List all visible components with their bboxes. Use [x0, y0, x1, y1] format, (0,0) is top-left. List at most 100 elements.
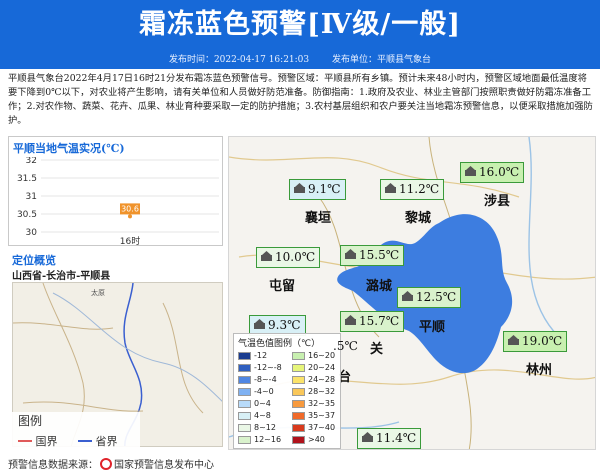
national-border-line-icon: [18, 440, 32, 442]
station-temp-label: 11.2℃: [380, 179, 445, 200]
color-legend-item: 28~32: [292, 387, 335, 398]
province-border-line-icon: [78, 440, 92, 442]
color-legend-label: 35~37: [308, 411, 336, 420]
color-legend-item: 32~35: [292, 399, 335, 410]
color-legend-item: -12~-8: [238, 363, 282, 374]
color-legend-label: 28~32: [308, 387, 336, 396]
station-temp-label: 9.1℃: [289, 179, 346, 200]
issue-time: 发布时间：2022-04-17 16:21:03: [168, 55, 310, 65]
color-legend-label: 16~20: [308, 351, 336, 360]
color-legend-item: 35~37: [292, 411, 335, 422]
station-temp-label: 16.0℃: [460, 162, 525, 183]
y-tick-label: 31.5: [17, 174, 37, 184]
color-swatch: [238, 363, 251, 372]
station-icon: [508, 335, 519, 345]
national-border-label: 国界: [35, 435, 58, 448]
temperature-chart: 32 31.5 31 30.5 30 16时 30.6: [17, 157, 219, 247]
color-legend-item: >40: [292, 435, 325, 446]
warning-meta-bar: 发布时间：2022-04-17 16:21:03 发布单位：平顺县气象台: [0, 52, 600, 69]
partial-station-temp-label: .5℃: [333, 339, 358, 353]
temperature-chart-x-ticks: 16时: [120, 235, 140, 247]
station-temp-label: 15.5℃: [340, 245, 405, 266]
warning-center-logo-icon: [100, 458, 112, 470]
color-legend-label: 20~24: [308, 363, 336, 372]
station-icon: [254, 319, 265, 329]
color-swatch: [238, 435, 251, 444]
temperature-chart-points: 30.6: [120, 203, 140, 219]
color-legend-item: 20~24: [292, 363, 335, 374]
color-legend-item: -12: [238, 351, 267, 362]
border-legend-title: 图例: [18, 414, 43, 428]
y-tick-label: 30.5: [17, 210, 37, 220]
color-swatch: [238, 423, 251, 432]
station-icon: [402, 291, 413, 301]
warning-description: 平顺县气象台2022年4月17日16时21分发布霜冻蓝色预警信号。预警区域：平顺…: [8, 73, 593, 126]
color-legend-label: 4~8: [254, 411, 271, 420]
border-legend: 图例 国界 省界: [10, 412, 140, 448]
y-tick-label: 32: [26, 157, 37, 166]
color-legend-item: 8~12: [238, 423, 276, 434]
station-temp-label: 10.0℃: [256, 247, 321, 268]
location-overview-title: 定位概览: [12, 254, 56, 267]
temperature-chart-grid: [41, 159, 219, 233]
y-tick-label: 31: [26, 192, 37, 202]
color-legend-label: 32~35: [308, 399, 336, 408]
color-legend-item: 16~20: [292, 351, 335, 362]
legend-province-border: 省界: [78, 433, 118, 449]
color-swatch: [238, 411, 251, 420]
data-point: [128, 214, 132, 219]
color-legend-label: 24~28: [308, 375, 336, 384]
color-legend-label: -4~0: [254, 387, 274, 396]
color-swatch: [292, 363, 305, 372]
city-label: 平顺: [419, 320, 446, 335]
temperature-chart-y-ticks: 32 31.5 31 30.5 30: [17, 157, 37, 238]
temperature-color-legend: 气温色值图例（℃） -12 16~20 -12~-8 20~24 -8~-4 24~28 -…: [233, 333, 341, 449]
province-border-label: 省界: [95, 435, 118, 448]
station-temp-label: 15.7℃: [340, 311, 405, 332]
color-swatch: [238, 351, 251, 360]
city-label: 关: [370, 342, 384, 357]
color-legend-item: 37~40: [292, 423, 335, 434]
station-temp-label: 19.0℃: [503, 331, 568, 352]
footer-source: 预警信息数据来源： 国家预警信息发布中心: [8, 456, 214, 471]
city-label: 黎城: [405, 211, 432, 226]
color-legend-item: -8~-4: [238, 375, 277, 386]
color-swatch: [238, 387, 251, 396]
color-swatch: [292, 423, 305, 432]
station-icon: [345, 249, 356, 259]
x-tick-label: 16时: [120, 235, 140, 247]
station-icon: [362, 432, 373, 442]
local-temperature-panel: 平顺当地气温实况(℃) 32 31.5 31 30.5 30 16时 30.6: [8, 136, 223, 247]
color-swatch: [292, 375, 305, 384]
data-label: 30.6: [121, 204, 139, 213]
warning-header: 霜冻蓝色预警[Ⅳ级/一般]: [0, 0, 600, 52]
color-legend-title: 气温色值图例（℃）: [238, 339, 321, 349]
city-label: 襄垣: [305, 211, 332, 226]
city-label: 涉县: [484, 194, 511, 209]
regional-temperature-map[interactable]: 9.1℃ 11.2℃ 16.0℃ 10.0℃ 15.5℃ 12.5℃ 9.3℃ …: [228, 136, 596, 450]
color-swatch: [292, 435, 305, 444]
city-label: 潞城: [366, 279, 393, 294]
color-legend-label: 37~40: [308, 423, 336, 432]
station-icon: [385, 183, 396, 193]
color-swatch: [292, 411, 305, 420]
footer-source-name[interactable]: 国家预警信息发布中心: [114, 460, 214, 471]
color-legend-label: 0~4: [254, 399, 271, 408]
location-path: 山西省-长治市-平顺县: [12, 271, 111, 282]
station-icon: [345, 315, 356, 325]
color-swatch: [292, 351, 305, 360]
legend-national-border: 国界: [18, 433, 58, 449]
color-legend-item: -4~0: [238, 387, 274, 398]
overview-river: [52, 292, 222, 402]
color-swatch: [292, 387, 305, 396]
station-icon: [261, 251, 272, 261]
color-legend-label: 8~12: [254, 423, 276, 432]
color-legend-label: -8~-4: [254, 375, 277, 384]
overview-place-label: 太原: [91, 288, 105, 297]
temperature-panel-title: 平顺当地气温实况(℃): [13, 142, 125, 155]
color-legend-item: 12~16: [238, 435, 281, 446]
color-legend-label: -12~-8: [254, 363, 282, 372]
station-icon: [294, 183, 305, 193]
issuer: 发布单位：平顺县气象台: [332, 55, 432, 65]
footer-prefix: 预警信息数据来源：: [8, 460, 98, 471]
